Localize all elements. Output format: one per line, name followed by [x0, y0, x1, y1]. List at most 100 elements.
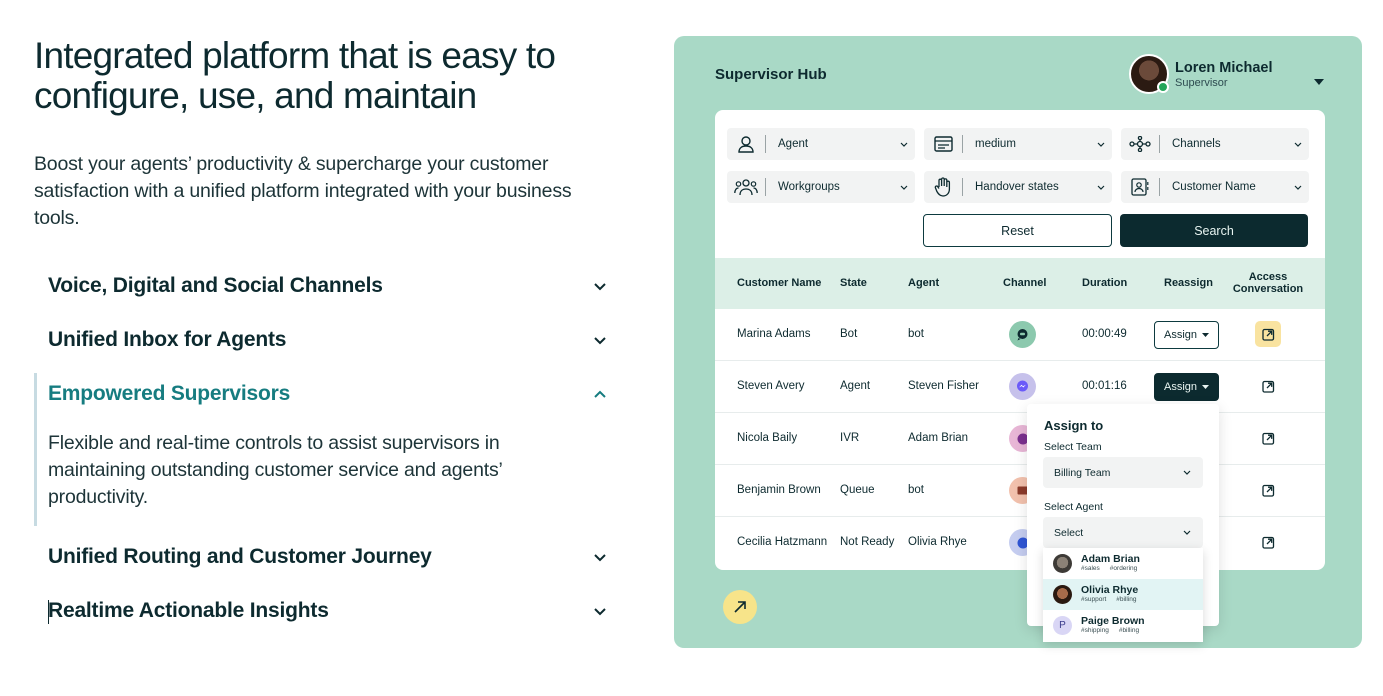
column-header-channel: Channel — [1003, 277, 1047, 289]
accordion-item-empowered-supervisors[interactable]: Empowered Supervisors — [48, 382, 608, 406]
agent-select[interactable]: Select — [1043, 517, 1203, 548]
cell-state: Bot — [840, 328, 858, 340]
cell-customer: Cecilia Hatzmann — [737, 536, 828, 548]
assign-button[interactable]: Assign — [1154, 321, 1219, 349]
avatar-initial: P — [1053, 616, 1072, 635]
group-icon — [727, 178, 765, 196]
filter-channels[interactable]: Channels — [1121, 128, 1309, 160]
table-row: Steven Avery Agent Steven Fisher 00:01:1… — [715, 361, 1325, 413]
cell-state: Not Ready — [840, 536, 895, 548]
accordion-active-indicator — [34, 373, 37, 526]
assign-button[interactable]: Assign — [1154, 373, 1219, 401]
chevron-down-icon — [1287, 185, 1309, 190]
column-header-access: Access Conversation — [1232, 271, 1304, 295]
chevron-down-icon — [1287, 142, 1309, 147]
cell-customer: Marina Adams — [737, 328, 811, 340]
chevron-down-icon — [893, 142, 915, 147]
column-header-agent: Agent — [908, 277, 940, 289]
expand-arrow-button[interactable] — [723, 590, 757, 624]
agent-option[interactable]: Adam Brian #sales #ordering — [1043, 548, 1203, 579]
agent-tag: #sales — [1081, 565, 1100, 572]
avatar — [1053, 585, 1072, 604]
filter-medium[interactable]: medium — [924, 128, 1112, 160]
agent-option-name: Paige Brown — [1081, 615, 1145, 627]
column-header-state: State — [840, 277, 867, 289]
filter-handover-states[interactable]: Handover states — [924, 171, 1112, 203]
filter-workgroups[interactable]: Workgroups — [727, 171, 915, 203]
accordion-item-realtime-insights[interactable]: Realtime Actionable Insights — [48, 599, 608, 623]
chevron-down-icon — [1183, 530, 1191, 535]
caret-down-icon — [1202, 333, 1210, 337]
chevron-down-icon — [893, 185, 915, 190]
popup-title: Assign to — [1044, 418, 1104, 433]
avatar — [1053, 554, 1072, 573]
search-button[interactable]: Search — [1120, 214, 1308, 247]
open-conversation-icon[interactable] — [1255, 321, 1281, 347]
filter-customer-name[interactable]: Customer Name — [1121, 171, 1309, 203]
column-header-customer: Customer Name — [737, 277, 822, 289]
open-conversation-icon[interactable] — [1255, 373, 1281, 399]
agent-tag: #support — [1081, 596, 1107, 603]
filter-label: Customer Name — [1172, 181, 1256, 193]
caret-down-icon[interactable] — [1314, 72, 1324, 90]
accordion-item-voice-digital-social[interactable]: Voice, Digital and Social Channels — [48, 274, 608, 298]
open-conversation-icon[interactable] — [1255, 477, 1281, 503]
hand-icon — [924, 177, 962, 197]
inbox-icon — [924, 136, 962, 152]
open-conversation-icon[interactable] — [1255, 529, 1281, 555]
supervisor-hub-panel: Supervisor Hub Loren Michael Supervisor … — [674, 36, 1362, 648]
table-row: Nicola Baily IVR Adam Brian — [715, 413, 1325, 465]
filter-label: Workgroups — [778, 181, 840, 193]
chevron-down-icon — [592, 332, 608, 348]
cell-customer: Benjamin Brown — [737, 484, 821, 496]
chevron-down-icon — [592, 278, 608, 294]
select-agent-label: Select Agent — [1044, 501, 1103, 513]
select-team-label: Select Team — [1044, 441, 1102, 453]
filter-agent[interactable]: Agent — [727, 128, 915, 160]
open-conversation-icon[interactable] — [1255, 425, 1281, 451]
table-row: Benjamin Brown Queue bot — [715, 465, 1325, 517]
cell-agent: bot — [908, 484, 924, 496]
headline-line-1: Integrated platform that is easy to — [34, 35, 556, 76]
user-role: Supervisor — [1175, 76, 1228, 89]
cell-agent: bot — [908, 328, 924, 340]
accordion-item-unified-routing[interactable]: Unified Routing and Customer Journey — [48, 545, 608, 569]
team-select-value: Billing Team — [1054, 466, 1111, 479]
cell-state: Queue — [840, 484, 875, 496]
arrow-up-right-icon — [734, 601, 746, 613]
agent-option[interactable]: P Paige Brown #shipping #billing — [1043, 610, 1203, 641]
user-menu[interactable]: Loren Michael Supervisor — [1129, 54, 1273, 94]
accordion-item-unified-inbox[interactable]: Unified Inbox for Agents — [48, 328, 608, 352]
headline: Integrated platform that is easy to conf… — [34, 36, 634, 116]
chat-bubble-icon — [1009, 321, 1036, 348]
contact-card-icon — [1121, 178, 1159, 196]
agent-tag: #billing — [1118, 627, 1140, 634]
headline-line-2: configure, use, and maintain — [34, 75, 477, 116]
cell-agent: Steven Fisher — [908, 380, 979, 392]
reset-button[interactable]: Reset — [923, 214, 1112, 247]
accordion-description: Flexible and real-time controls to assis… — [48, 432, 502, 508]
accordion-item-label: Voice, Digital and Social Channels — [48, 274, 383, 297]
chevron-up-icon — [592, 386, 608, 402]
agent-option-name: Olivia Rhye — [1081, 584, 1139, 596]
table-row: Marina Adams Bot bot 00:00:49 Assign — [715, 309, 1325, 361]
team-select[interactable]: Billing Team — [1043, 457, 1203, 488]
agent-select-value: Select — [1054, 526, 1084, 539]
chevron-down-icon — [1090, 185, 1112, 190]
agent-option-selected[interactable]: Olivia Rhye #support #billing — [1043, 579, 1203, 610]
text-cursor — [48, 600, 49, 624]
cell-customer: Steven Avery — [737, 380, 805, 392]
cell-agent: Olivia Rhye — [908, 536, 967, 548]
hub-card: Agent medium Channels Workgroups Handove… — [715, 110, 1325, 570]
filter-label: medium — [975, 138, 1016, 150]
column-header-duration: Duration — [1082, 277, 1128, 289]
messenger-icon — [1009, 373, 1036, 400]
chevron-down-icon — [592, 549, 608, 565]
filter-label: Handover states — [975, 181, 1059, 193]
chevron-down-icon — [1183, 470, 1191, 475]
caret-down-icon — [1202, 385, 1210, 389]
user-name: Loren Michael — [1175, 59, 1273, 76]
subcopy: Boost your agents’ productivity & superc… — [34, 153, 572, 229]
cell-state: IVR — [840, 432, 860, 444]
agent-tag: #shipping — [1081, 627, 1109, 634]
